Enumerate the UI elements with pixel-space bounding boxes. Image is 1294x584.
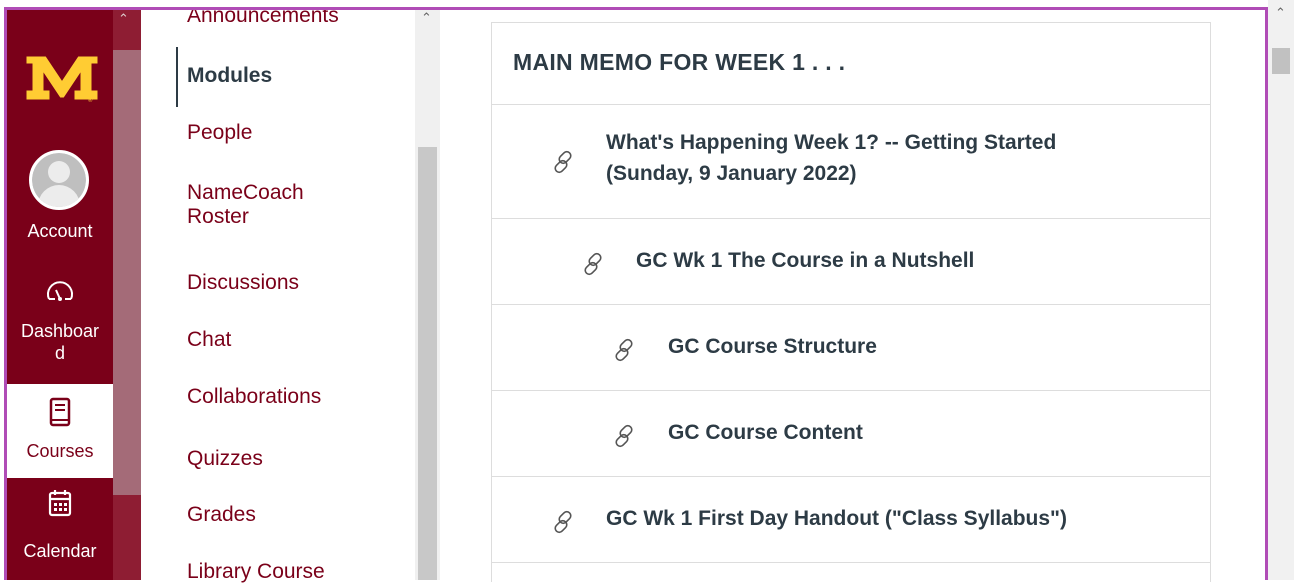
course-nav-scrollbar[interactable]: ⌃: [415, 10, 440, 580]
link-icon: [554, 510, 572, 534]
course-nav-announcements[interactable]: Announcements: [187, 4, 339, 28]
course-nav-namecoach-line2: Roster: [187, 205, 249, 228]
course-nav-chat[interactable]: Chat: [187, 328, 231, 352]
module-item[interactable]: What's Happening Week 1? -- Getting Star…: [492, 105, 1210, 219]
link-icon: [554, 150, 572, 174]
module-item-title-line1: What's Happening Week 1? -- Getting Star…: [606, 131, 1057, 154]
scroll-up-arrow-icon[interactable]: ⌃: [421, 10, 432, 26]
course-nav-namecoach-line1: NameCoach: [187, 181, 304, 204]
course-nav-grades[interactable]: Grades: [187, 503, 256, 527]
course-nav-collaborations[interactable]: Collaborations: [187, 385, 321, 409]
calendar-icon: [48, 490, 72, 517]
nav-dashboard-label-line1: Dashboar: [20, 321, 100, 341]
module-item-title[interactable]: What's Happening Week 1? -- Getting Star…: [606, 127, 1056, 189]
account-avatar-icon[interactable]: [29, 150, 89, 210]
nav-dashboard[interactable]: Dashboar d: [7, 320, 113, 364]
course-nav-namecoach[interactable]: NameCoach Roster: [187, 181, 304, 229]
module-item[interactable]: GC Wk 1 The Course in a Nutshell: [492, 219, 1210, 305]
scroll-up-arrow-icon[interactable]: ⌃: [1275, 5, 1286, 21]
course-nav-people[interactable]: People: [187, 121, 252, 145]
book-icon: [49, 397, 71, 427]
module-list: MAIN MEMO FOR WEEK 1 . . . What's Happen…: [491, 22, 1211, 582]
page-scrollbar[interactable]: ⌃: [1268, 0, 1294, 580]
module-item-title-line2: (Sunday, 9 January 2022): [606, 162, 857, 185]
course-nav-modules[interactable]: Modules: [187, 64, 272, 88]
course-nav-quizzes[interactable]: Quizzes: [187, 447, 263, 471]
link-icon: [615, 338, 633, 362]
module-title: MAIN MEMO FOR WEEK 1 . . .: [513, 49, 846, 75]
global-nav-scrollbar[interactable]: ⌃: [113, 10, 141, 580]
module-item[interactable]: GC Course Content: [492, 391, 1210, 477]
scroll-up-arrow-icon[interactable]: ⌃: [118, 12, 129, 26]
module-item-title[interactable]: GC Wk 1 First Day Handout ("Class Syllab…: [606, 503, 1067, 534]
course-nav: [141, 10, 415, 580]
nav-account[interactable]: Account: [7, 220, 113, 242]
speedometer-icon: [47, 281, 73, 301]
nav-courses[interactable]: Courses: [7, 440, 113, 462]
link-icon: [615, 424, 633, 448]
university-logo-icon[interactable]: ®: [24, 50, 100, 104]
module-header[interactable]: MAIN MEMO FOR WEEK 1 . . .: [492, 23, 1210, 105]
course-nav-library-course[interactable]: Library Course: [187, 560, 325, 584]
scrollbar-thumb[interactable]: [418, 147, 437, 580]
module-item-title[interactable]: GC Course Content: [668, 417, 863, 448]
module-item-title[interactable]: GC Course Structure: [668, 331, 877, 362]
nav-dashboard-label-line2: d: [54, 343, 65, 363]
module-item-title[interactable]: GC Wk 1 The Course in a Nutshell: [636, 245, 974, 276]
nav-calendar[interactable]: Calendar: [7, 540, 113, 562]
scrollbar-thumb[interactable]: [1272, 48, 1290, 74]
app-window: ® Account Dashboar d Courses Calendar ⌃ …: [0, 0, 1294, 583]
module-item[interactable]: GC Wk 1 First Day Handout ("Class Syllab…: [492, 477, 1210, 563]
scrollbar-thumb[interactable]: [113, 50, 141, 495]
link-icon: [584, 252, 602, 276]
svg-text:®: ®: [88, 97, 93, 104]
active-indicator: [176, 47, 178, 107]
module-item[interactable]: GC Course Structure: [492, 305, 1210, 391]
course-nav-discussions[interactable]: Discussions: [187, 271, 299, 295]
